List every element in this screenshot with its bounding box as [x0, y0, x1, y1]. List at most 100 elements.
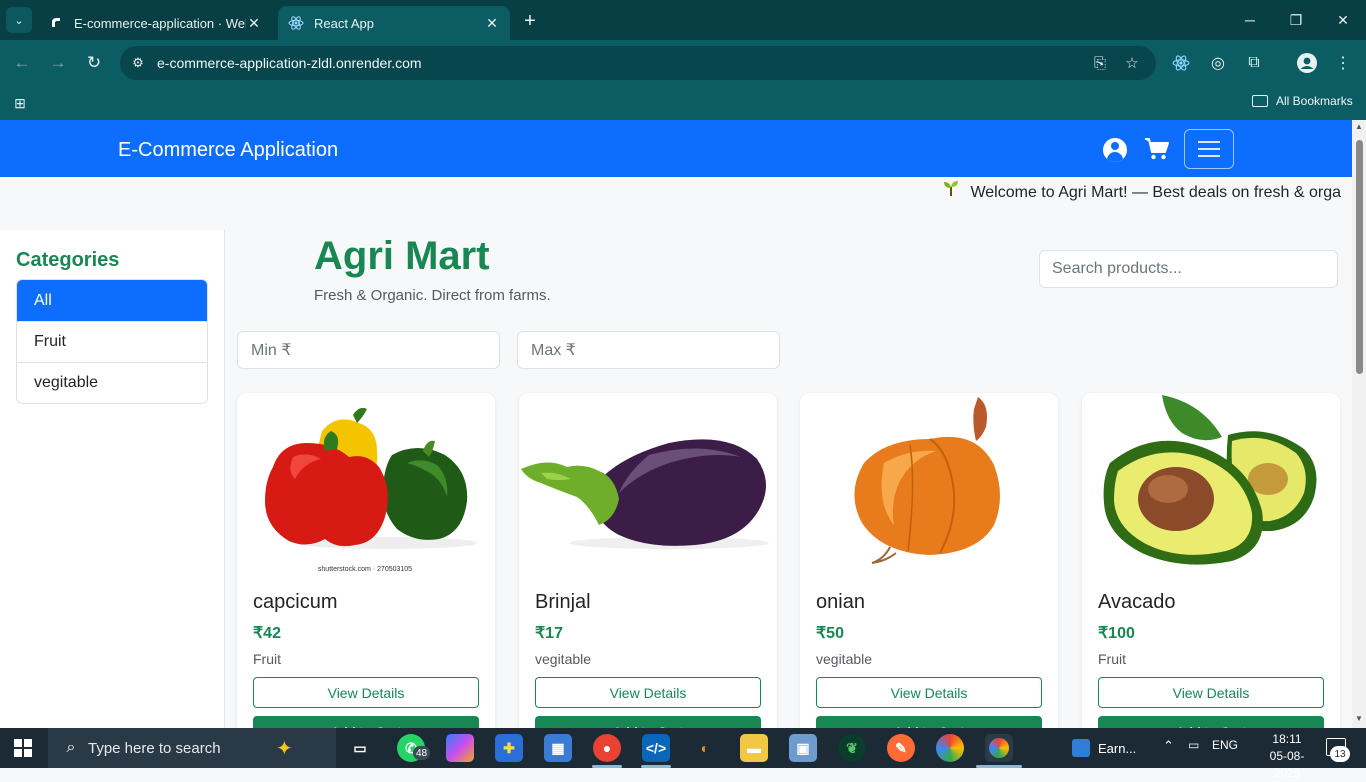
bookmarks-bar: ⊞ All Bookmarks [0, 86, 1366, 120]
product-card-onian: onian ₹50 vegitable View Details Add to … [800, 393, 1058, 728]
chrome-active-window-icon[interactable] [985, 734, 1013, 762]
minimize-icon[interactable]: ─ [1227, 8, 1273, 32]
capsicum-image: shutterstock.com · 270503105 [237, 393, 495, 578]
all-bookmarks-button[interactable]: All Bookmarks [1252, 94, 1353, 108]
min-price-input[interactable]: Min ₹ [237, 331, 500, 369]
record-extension-icon[interactable]: ◎ [1205, 50, 1231, 76]
taskbar-search-placeholder: Type here to search [88, 739, 221, 757]
navbar-brand[interactable]: E-Commerce Application [118, 139, 338, 162]
view-details-button[interactable]: View Details [253, 677, 479, 708]
product-name: Brinjal [535, 591, 591, 613]
extensions-puzzle-icon[interactable]: ⧉ [1241, 50, 1267, 76]
category-list: All Fruit vegitable [16, 279, 208, 404]
render-favicon-icon [48, 15, 64, 31]
avocado-image [1082, 393, 1340, 578]
taskbar-clock[interactable]: 18:11 05-08-2025 [1262, 731, 1312, 782]
copilot-app-icon[interactable] [446, 734, 474, 762]
tray-chevron-up-icon[interactable]: ⌃ [1163, 738, 1174, 754]
page-scrollbar[interactable]: ▲ ▼ [1352, 120, 1366, 728]
install-app-icon[interactable]: ⎘ [1090, 53, 1110, 73]
mongodb-compass-icon[interactable]: ❦ [838, 734, 866, 762]
category-item-vegitable[interactable]: vegitable [17, 362, 207, 403]
eclipse-icon[interactable]: ◐ [691, 734, 719, 762]
tab-search-button[interactable]: ⌄ [6, 7, 32, 33]
add-to-cart-button[interactable]: Add to Cart [535, 716, 761, 728]
react-favicon-icon [288, 15, 304, 31]
app-stack-icon[interactable]: ✚ [495, 734, 523, 762]
clock-time: 18:11 [1272, 732, 1302, 746]
search-input[interactable]: Search products... [1039, 250, 1338, 288]
bookmark-star-icon[interactable]: ☆ [1122, 53, 1142, 73]
browser-tab-strip: ⌄ E-commerce-application · Web ✕ React A… [0, 0, 1366, 40]
profile-avatar-icon[interactable] [1294, 50, 1320, 76]
vscode-icon[interactable]: </> [642, 734, 670, 762]
product-name: onian [816, 591, 865, 613]
product-category: Fruit [253, 651, 281, 667]
navbar-toggler-hamburger-icon[interactable] [1184, 129, 1234, 169]
close-window-icon[interactable]: ✕ [1320, 8, 1366, 32]
image-viewer-icon[interactable]: ▣ [789, 734, 817, 762]
view-details-button[interactable]: View Details [535, 677, 761, 708]
page-title: Agri Mart [314, 234, 490, 278]
scroll-up-arrow-icon[interactable]: ▲ [1355, 122, 1363, 131]
earn-widget[interactable]: Earn... [1072, 739, 1136, 757]
chevron-down-icon: ⌄ [14, 14, 24, 27]
product-card-brinjal: Brinjal ₹17 vegitable View Details Add t… [519, 393, 777, 728]
scroll-down-arrow-icon[interactable]: ▼ [1355, 714, 1363, 723]
product-card-capcicum: shutterstock.com · 270503105 capcicum ₹4… [237, 393, 495, 728]
react-devtools-extension-icon[interactable] [1168, 50, 1194, 76]
new-tab-plus-icon[interactable]: + [518, 9, 542, 33]
category-item-fruit[interactable]: Fruit [17, 321, 207, 362]
site-settings-icon[interactable]: ⚙ [128, 53, 148, 73]
close-icon[interactable]: ✕ [246, 15, 262, 31]
all-bookmarks-label: All Bookmarks [1276, 94, 1353, 108]
restore-icon[interactable]: ❐ [1273, 8, 1319, 32]
chrome-profile-icon[interactable]: ● [593, 734, 621, 762]
add-to-cart-button[interactable]: Add to Cart [816, 716, 1042, 728]
postman-icon[interactable]: ✎ [887, 734, 915, 762]
scrollbar-thumb[interactable] [1356, 140, 1363, 374]
earn-label: Earn... [1098, 740, 1137, 756]
browser-tab-react-app[interactable]: React App ✕ [278, 6, 510, 40]
battery-icon[interactable]: ▭ [1188, 738, 1199, 752]
browser-toolbar: ← → ↻ ⚙ e-commerce-application-zldl.onre… [0, 40, 1366, 86]
microsoft-store-icon[interactable]: ▦ [544, 734, 572, 762]
top-navbar: E-Commerce Application [0, 120, 1352, 177]
copilot-sparkle-icon[interactable]: ✦ [276, 736, 293, 761]
browser-tab-webservice[interactable]: E-commerce-application · Web ✕ [38, 6, 272, 40]
tab-title: React App [314, 15, 374, 31]
browser-menu-icon[interactable]: ⋮ [1330, 50, 1356, 76]
add-to-cart-button[interactable]: Add to Cart [253, 716, 479, 728]
windows-start-icon[interactable] [14, 739, 32, 757]
welcome-banner: Welcome to Agri Mart! — Best deals on fr… [942, 179, 1341, 202]
chrome-icon[interactable] [936, 734, 964, 762]
back-arrow-icon[interactable]: ← [9, 50, 35, 76]
tab-title: E-commerce-application · Web [74, 15, 246, 31]
forward-arrow-icon[interactable]: → [45, 50, 71, 76]
close-icon[interactable]: ✕ [484, 15, 500, 31]
clock-date: 05-08-2025 [1269, 749, 1305, 780]
reload-icon[interactable]: ↻ [81, 50, 107, 76]
view-details-button[interactable]: View Details [816, 677, 1042, 708]
language-indicator[interactable]: ENG [1212, 738, 1238, 752]
url-text[interactable]: e-commerce-application-zldl.onrender.com [157, 55, 422, 71]
product-card-avacado: Avacado ₹100 Fruit View Details Add to C… [1082, 393, 1340, 728]
taskbar-search-box[interactable]: ⌕ Type here to search ✦ [48, 728, 336, 768]
address-bar[interactable]: ⚙ e-commerce-application-zldl.onrender.c… [120, 46, 1156, 80]
apps-grid-icon[interactable]: ⊞ [11, 94, 29, 112]
shopping-cart-icon[interactable] [1143, 136, 1171, 162]
onion-image [800, 393, 1058, 578]
task-view-icon[interactable]: ▭ [346, 734, 374, 762]
banner-text: Welcome to Agri Mart! — Best deals on fr… [970, 184, 1341, 201]
folder-icon [1252, 95, 1268, 107]
user-profile-icon[interactable] [1103, 138, 1127, 162]
add-to-cart-button[interactable]: Add to Cart [1098, 716, 1324, 728]
product-price: ₹17 [535, 625, 563, 642]
file-explorer-icon[interactable]: ▬ [740, 734, 768, 762]
product-price: ₹100 [1098, 625, 1135, 642]
view-details-button[interactable]: View Details [1098, 677, 1324, 708]
category-item-all[interactable]: All [17, 280, 207, 321]
max-price-input[interactable]: Max ₹ [517, 331, 780, 369]
product-category: Fruit [1098, 651, 1126, 667]
brinjal-image [519, 393, 777, 578]
